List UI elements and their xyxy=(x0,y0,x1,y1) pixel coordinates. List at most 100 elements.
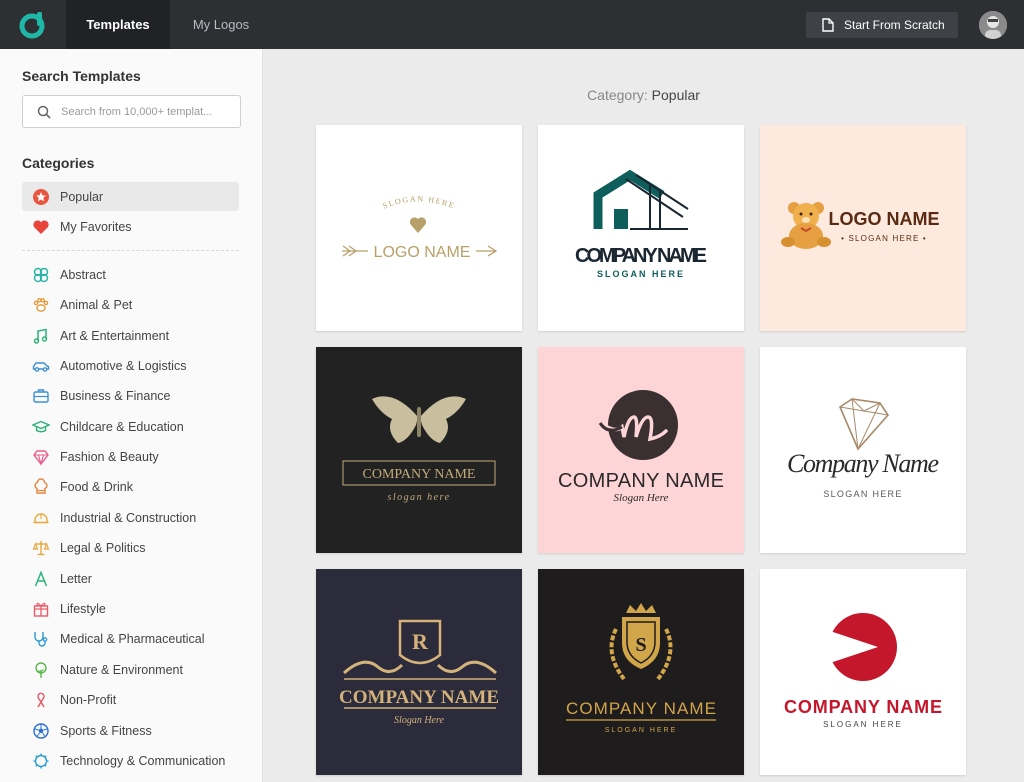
template-name: COMPANY NAME xyxy=(784,697,942,717)
template-art: COMPANY NAME slogan here xyxy=(342,396,496,503)
category-fashion-beauty[interactable]: Fashion & Beauty xyxy=(22,442,239,471)
template-card[interactable]: S COMPANY NAME SLOGAN HERE xyxy=(538,569,744,775)
category-animal-pet[interactable]: Animal & Pet xyxy=(22,290,239,319)
category-label: Nature & Environment xyxy=(60,662,183,677)
category-label: Abstract xyxy=(60,267,106,282)
category-label: Art & Entertainment xyxy=(60,328,170,343)
template-art: Company Name SLOGAN HERE xyxy=(787,398,939,499)
template-art: S COMPANY NAME SLOGAN HERE xyxy=(566,603,716,734)
heart-icon xyxy=(32,218,50,236)
template-initial: R xyxy=(412,629,429,654)
category-label: Non-Profit xyxy=(60,692,117,707)
category-technology-communication[interactable]: Technology & Communication xyxy=(22,746,239,775)
category-lifestyle[interactable]: Lifestyle xyxy=(22,594,239,623)
user-avatar[interactable] xyxy=(979,11,1007,39)
category-medical-pharmaceutical[interactable]: Medical & Pharmaceutical xyxy=(22,624,239,653)
template-art: COMPANY NAME SLOGAN HERE xyxy=(575,169,707,279)
template-slogan: Slogan Here xyxy=(394,715,444,726)
tab-my-logos[interactable]: My Logos xyxy=(170,0,272,49)
category-my-favorites[interactable]: My Favorites xyxy=(22,212,239,241)
template-art: COMPANY NAME SLOGAN HERE xyxy=(784,613,942,729)
search-box[interactable] xyxy=(22,95,241,128)
search-input[interactable] xyxy=(61,105,231,118)
template-slogan: SLOGAN HERE xyxy=(605,727,678,734)
categories-title: Categories xyxy=(22,155,95,171)
template-name: COMPANY NAME xyxy=(575,245,707,267)
abstract-icon xyxy=(32,266,50,284)
template-name: COMPANY NAME xyxy=(566,699,716,718)
category-business-finance[interactable]: Business & Finance xyxy=(22,381,239,410)
category-label: Fashion & Beauty xyxy=(60,449,159,464)
category-label: Technology & Communication xyxy=(60,753,226,768)
category-food-drink[interactable]: Food & Drink xyxy=(22,472,239,501)
template-art: LOGO NAME • SLOGAN HERE • xyxy=(781,202,940,249)
category-label: Business & Finance xyxy=(60,388,171,403)
stethoscope-icon xyxy=(32,630,50,648)
category-letter[interactable]: Letter xyxy=(22,564,239,593)
category-nature-environment[interactable]: Nature & Environment xyxy=(22,655,239,684)
template-slogan: slogan here xyxy=(387,492,450,503)
scales-icon xyxy=(32,539,50,557)
template-name: LOGO NAME xyxy=(374,244,471,261)
template-name: Company Name xyxy=(787,449,939,478)
template-art: COMPANY NAME Slogan Here xyxy=(558,390,724,504)
template-card[interactable]: COMPANY NAME SLOGAN HERE xyxy=(760,569,966,775)
template-name: COMPANY NAME xyxy=(558,470,724,492)
search-icon xyxy=(37,105,51,119)
category-label: Animal & Pet xyxy=(60,297,133,312)
category-name: Popular xyxy=(651,87,700,103)
category-heading: Category: Popular xyxy=(263,87,1024,103)
graduation-cap-icon xyxy=(32,418,50,436)
sidebar-divider xyxy=(22,250,239,251)
template-name: COMPANY NAME xyxy=(363,467,476,482)
start-from-scratch-label: Start From Scratch xyxy=(844,18,945,32)
template-card[interactable]: R COMPANY NAME Slogan Here xyxy=(316,569,522,775)
category-label: Food & Drink xyxy=(60,479,133,494)
gift-icon xyxy=(32,600,50,618)
ribbon-icon xyxy=(32,691,50,709)
category-label: Legal & Politics xyxy=(60,540,146,555)
briefcase-icon xyxy=(32,387,50,405)
template-card[interactable]: LOGO NAME • SLOGAN HERE • xyxy=(760,125,966,331)
svg-text:SLOGAN HERE: SLOGAN HERE xyxy=(381,194,456,210)
chip-icon xyxy=(32,752,50,770)
template-card[interactable]: COMPANY NAME Slogan Here xyxy=(538,347,744,553)
template-name: COMPANY NAME xyxy=(339,687,499,708)
paw-icon xyxy=(32,296,50,314)
chef-hat-icon xyxy=(32,477,50,496)
template-initial: S xyxy=(635,634,646,656)
template-art: SLOGAN HERE LOGO NAME xyxy=(342,194,498,261)
category-label: My Favorites xyxy=(60,219,132,234)
category-automotive-logistics[interactable]: Automotive & Logistics xyxy=(22,351,239,380)
template-card[interactable]: Company Name SLOGAN HERE xyxy=(760,347,966,553)
category-sports-fitness[interactable]: Sports & Fitness xyxy=(22,716,239,745)
category-label: Popular xyxy=(60,189,104,204)
template-slogan: • SLOGAN HERE • xyxy=(841,234,927,243)
music-note-icon xyxy=(32,327,50,345)
category-art-entertainment[interactable]: Art & Entertainment xyxy=(22,321,239,350)
category-childcare-education[interactable]: Childcare & Education xyxy=(22,412,239,441)
soccer-ball-icon xyxy=(32,722,50,740)
template-card[interactable]: COMPANY NAME SLOGAN HERE xyxy=(538,125,744,331)
car-icon xyxy=(32,357,50,375)
category-industrial-construction[interactable]: Industrial & Construction xyxy=(22,503,239,532)
category-label: Sports & Fitness xyxy=(60,723,152,738)
template-slogan: SLOGAN HERE xyxy=(823,720,903,729)
category-label: Automotive & Logistics xyxy=(60,358,187,373)
star-badge-icon xyxy=(32,188,50,206)
brand-logo[interactable] xyxy=(0,0,66,49)
start-from-scratch-button[interactable]: Start From Scratch xyxy=(806,12,958,38)
category-popular[interactable]: Popular xyxy=(22,182,239,211)
tab-templates[interactable]: Templates xyxy=(66,0,170,49)
template-card[interactable]: SLOGAN HERE LOGO NAME xyxy=(316,125,522,331)
category-abstract[interactable]: Abstract xyxy=(22,260,239,289)
top-bar: Templates My Logos Start From Scratch xyxy=(0,0,1024,49)
category-prefix: Category: xyxy=(587,87,648,103)
category-non-profit[interactable]: Non-Profit xyxy=(22,685,239,714)
template-slogan: SLOGAN HERE xyxy=(381,194,454,210)
category-label: Industrial & Construction xyxy=(60,510,197,525)
avatar-image xyxy=(979,11,1007,39)
category-legal-politics[interactable]: Legal & Politics xyxy=(22,533,239,562)
template-card[interactable]: COMPANY NAME slogan here xyxy=(316,347,522,553)
template-art: R COMPANY NAME Slogan Here xyxy=(339,619,499,726)
